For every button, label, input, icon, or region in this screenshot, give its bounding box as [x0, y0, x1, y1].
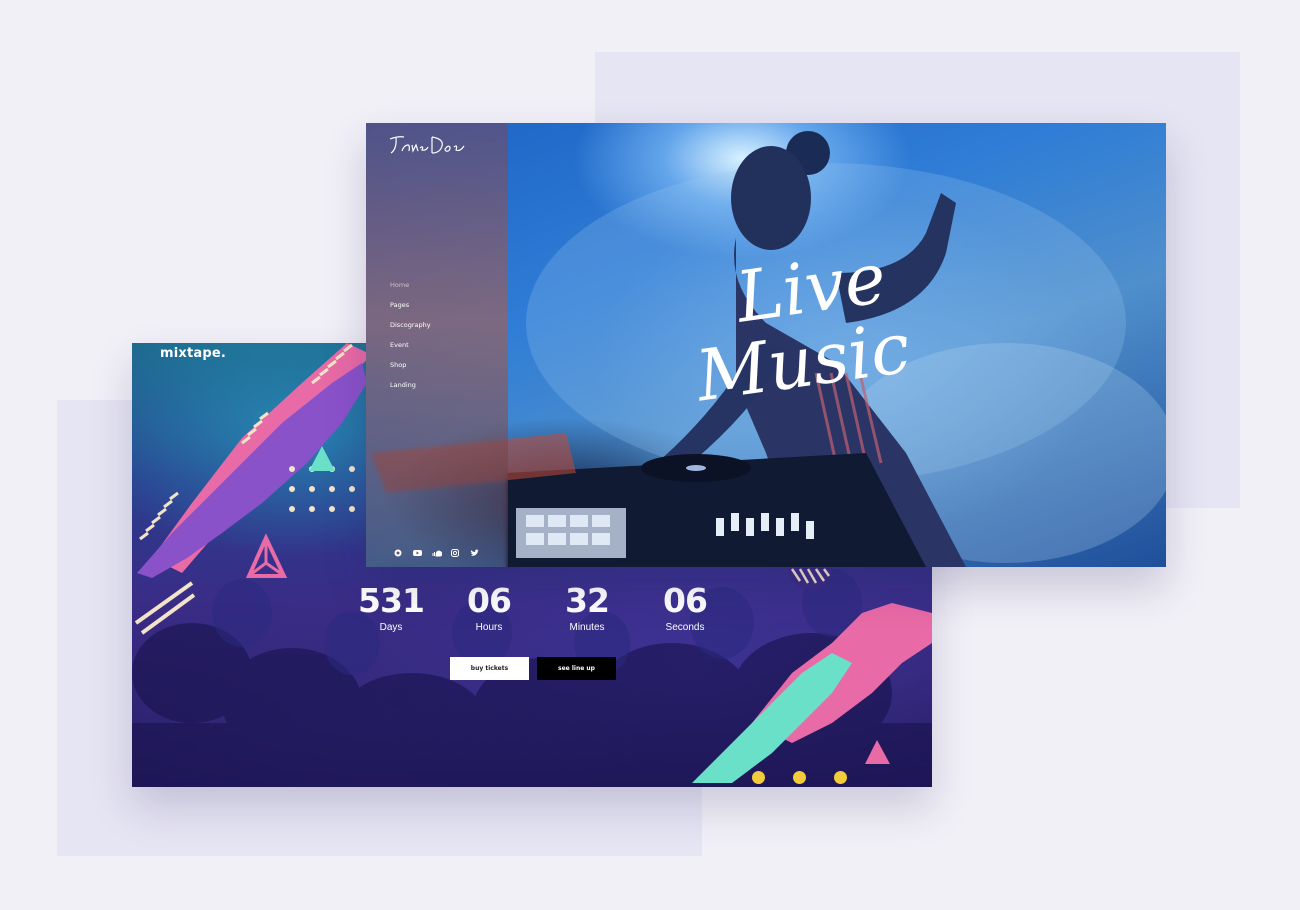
sidebar: Home Pages Discography Event Shop Landin… — [366, 123, 508, 567]
nav-item-pages[interactable]: Pages — [390, 300, 431, 320]
yellow-dot — [793, 771, 806, 784]
social-icons — [394, 544, 479, 557]
dots-grid — [289, 466, 355, 512]
yellow-dot — [834, 771, 847, 784]
countdown-hours: 06 Hours — [440, 581, 538, 634]
instagram-icon[interactable] — [451, 544, 459, 557]
decorative-dots — [752, 771, 847, 784]
twitter-icon[interactable] — [470, 544, 479, 556]
nav-item-shop[interactable]: Shop — [390, 360, 431, 380]
countdown-minutes: 32 Minutes — [538, 581, 636, 634]
countdown-value: 06 — [663, 581, 708, 620]
countdown-label: Seconds — [665, 622, 705, 633]
mixtape-logo[interactable]: mixtape. — [160, 346, 226, 361]
countdown-label: Minutes — [569, 622, 605, 633]
main-nav: Home Pages Discography Event Shop Landin… — [390, 280, 431, 400]
countdown-value: 32 — [565, 581, 610, 620]
hero-title-line2: Music — [691, 306, 915, 418]
nav-item-event[interactable]: Event — [390, 340, 431, 360]
countdown-label: Hours — [475, 622, 503, 633]
nav-item-discography[interactable]: Discography — [390, 320, 431, 340]
countdown-seconds: 06 Seconds — [636, 581, 734, 634]
countdown-timer: 531 Days 06 Hours 32 Minutes 06 Seconds — [342, 581, 734, 634]
youtube-icon[interactable] — [413, 544, 422, 556]
pink-triangle-outline — [245, 533, 288, 578]
janedoe-screenshot: Home Pages Discography Event Shop Landin… — [366, 123, 1166, 567]
buy-tickets-button[interactable]: buy tickets — [450, 657, 529, 680]
yellow-dot — [752, 771, 765, 784]
target-icon[interactable] — [394, 544, 402, 557]
countdown-label: Days — [379, 622, 403, 633]
hero-title: Live Music — [691, 237, 915, 418]
see-line-up-button[interactable]: see line up — [537, 657, 616, 680]
countdown-days: 531 Days — [342, 581, 440, 634]
soundcloud-icon[interactable] — [432, 544, 443, 557]
janedoe-logo[interactable] — [388, 133, 468, 157]
nav-item-landing[interactable]: Landing — [390, 380, 431, 400]
countdown-value: 06 — [467, 581, 512, 620]
nav-item-home[interactable]: Home — [390, 280, 431, 300]
countdown-value: 531 — [358, 581, 425, 620]
